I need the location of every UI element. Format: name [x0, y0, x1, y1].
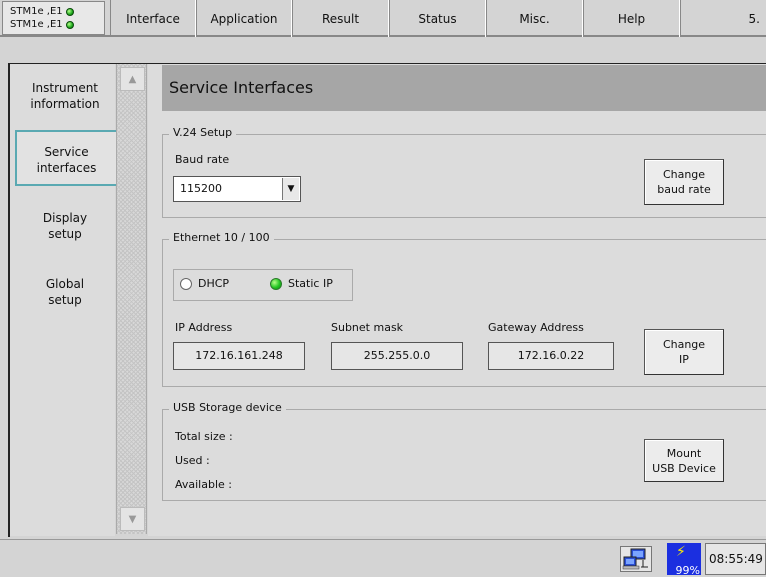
ip-mode-radio-group: DHCP Static IP: [173, 269, 353, 301]
baud-rate-label: Baud rate: [175, 153, 230, 166]
status-line-2-text: STM1e ,E1: [10, 19, 63, 30]
static-ip-radio[interactable]: Static IP: [270, 277, 333, 290]
gateway-address-field[interactable]: 172.16.0.22: [488, 342, 614, 370]
sidebar: Instrument information Service interface…: [10, 64, 118, 536]
dhcp-radio-label: DHCP: [198, 277, 230, 290]
v24-setup-legend: V.24 Setup: [169, 126, 237, 139]
top-menu-bar: STM1e ,E1 STM1e ,E1 Interface Applicatio…: [0, 0, 766, 37]
scroll-up-button[interactable]: ▲: [120, 67, 145, 91]
lightning-bolt-icon: ⚡: [676, 544, 686, 560]
subnet-mask-label: Subnet mask: [331, 321, 404, 334]
page-title: Service Interfaces: [162, 65, 766, 111]
button-label: Mount: [666, 446, 702, 460]
battery-indicator: ⚡ 99%: [667, 543, 701, 577]
ip-address-label: IP Address: [175, 321, 233, 334]
signal-status-box[interactable]: STM1e ,E1 STM1e ,E1: [2, 1, 105, 35]
sidebar-item-label: setup: [48, 293, 82, 307]
change-baud-rate-button[interactable]: Change baud rate: [644, 159, 724, 205]
arrow-down-icon: ▼: [128, 513, 137, 525]
gateway-address-label: Gateway Address: [488, 321, 584, 334]
mount-usb-device-button[interactable]: Mount USB Device: [644, 439, 724, 482]
button-label: Change: [662, 168, 706, 181]
button-label: baud rate: [657, 183, 711, 196]
ip-address-field[interactable]: 172.16.161.248: [173, 342, 305, 370]
radio-selected-icon: [270, 277, 282, 290]
menu-result[interactable]: Result: [292, 0, 389, 37]
button-label: Change: [662, 338, 706, 351]
usb-storage-group: USB Storage device Total size : Used : A…: [162, 401, 766, 501]
green-led-icon: [65, 7, 74, 16]
menu-interface[interactable]: Interface: [110, 0, 196, 37]
sidebar-item-label: Display: [42, 211, 88, 225]
sidebar-item-label: interfaces: [36, 161, 97, 175]
sidebar-item-label: Instrument: [31, 81, 99, 95]
status-line-1: STM1e ,E1: [10, 5, 104, 18]
dhcp-radio[interactable]: DHCP: [180, 277, 229, 290]
static-ip-radio-label: Static IP: [288, 277, 333, 290]
sidebar-scrollbar[interactable]: ▲ ▼: [116, 64, 147, 534]
network-computer-icon: [622, 548, 648, 570]
sidebar-item-label: setup: [48, 227, 82, 241]
menu-version[interactable]: 5.: [680, 0, 766, 37]
baud-rate-select[interactable]: 115200 ▼: [173, 176, 301, 202]
sidebar-item-label: Service: [44, 145, 89, 159]
button-label: IP: [679, 353, 689, 366]
sidebar-item-label: Global: [45, 277, 85, 291]
subnet-mask-field[interactable]: 255.255.0.0: [331, 342, 463, 370]
scroll-down-button[interactable]: ▼: [120, 507, 145, 531]
arrow-up-icon: ▲: [128, 73, 137, 85]
main-content: Service Interfaces V.24 Setup Baud rate …: [148, 64, 766, 536]
battery-percent: 99%: [675, 564, 700, 577]
dropdown-arrow-icon[interactable]: ▼: [282, 178, 299, 200]
usb-storage-legend: USB Storage device: [169, 401, 286, 414]
network-icon[interactable]: [620, 546, 652, 572]
available-label: Available :: [175, 478, 232, 491]
menu-help[interactable]: Help: [583, 0, 680, 37]
change-ip-button[interactable]: Change IP: [644, 329, 724, 375]
total-size-label: Total size :: [175, 430, 233, 443]
ethernet-group: Ethernet 10 / 100 DHCP Static IP IP Addr…: [162, 231, 766, 387]
radio-empty-icon: [180, 277, 192, 290]
baud-rate-value: 115200: [180, 182, 222, 195]
menu-status[interactable]: Status: [389, 0, 486, 37]
clock: 08:55:49: [705, 543, 766, 575]
sidebar-item-display-setup[interactable]: Display setup: [14, 210, 116, 250]
sidebar-item-instrument-information[interactable]: Instrument information: [14, 76, 116, 116]
button-label: USB Device: [652, 461, 716, 475]
menu-application[interactable]: Application: [196, 0, 292, 37]
used-label: Used :: [175, 454, 210, 467]
sidebar-item-label: information: [30, 97, 100, 111]
menu-misc[interactable]: Misc.: [486, 0, 583, 37]
status-line-1-text: STM1e ,E1: [10, 6, 63, 17]
main-menu: Interface Application Result Status Misc…: [110, 0, 766, 37]
sidebar-item-service-interfaces[interactable]: Service interfaces: [15, 130, 118, 186]
sidebar-item-global-setup[interactable]: Global setup: [14, 276, 116, 316]
green-led-icon: [65, 20, 74, 29]
status-line-2: STM1e ,E1: [10, 18, 104, 31]
v24-setup-group: V.24 Setup Baud rate 115200 ▼ Change bau…: [162, 126, 766, 218]
ethernet-legend: Ethernet 10 / 100: [169, 231, 274, 244]
